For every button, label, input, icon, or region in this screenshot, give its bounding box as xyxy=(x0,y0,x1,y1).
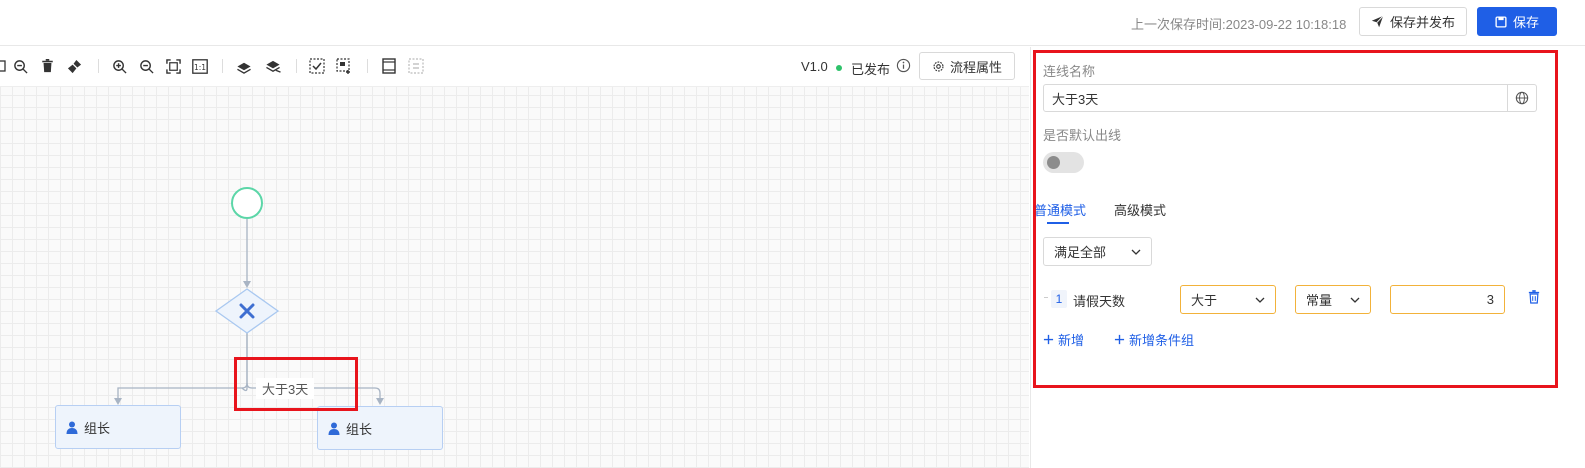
distribute-icon[interactable] xyxy=(407,57,425,75)
add-condition-button[interactable]: 新增 xyxy=(1043,330,1084,349)
process-properties-label: 流程属性 xyxy=(949,59,1002,75)
default-out-label: 是否默认出线 xyxy=(1043,128,1122,143)
value-type-value: 常量 xyxy=(1306,293,1333,308)
toolbar-divider xyxy=(296,59,297,73)
task-node-label: 组长 xyxy=(346,421,373,437)
condition-connector xyxy=(1044,297,1048,298)
publish-status: 已发布 xyxy=(851,62,891,77)
edge-label[interactable]: 大于3天 xyxy=(256,378,315,399)
save-label: 保存 xyxy=(1512,15,1539,30)
exclusive-gateway-icon[interactable] xyxy=(214,288,280,334)
task-node-team-leader[interactable]: 组长 xyxy=(317,406,443,450)
top-bar: 上一次保存时间:2023-09-22 10:18:18 保存并发布 保存 xyxy=(0,0,1585,46)
partial-icon[interactable] xyxy=(0,57,10,75)
chevron-down-icon xyxy=(1131,249,1141,255)
save-icon xyxy=(1495,15,1507,28)
plus-icon xyxy=(1043,334,1054,345)
condition-value-input[interactable]: 3 xyxy=(1390,285,1505,314)
add-condition-group-button[interactable]: 新增条件组 xyxy=(1114,330,1194,349)
select-icon[interactable] xyxy=(308,57,326,75)
gear-icon xyxy=(933,60,944,72)
operator-select[interactable]: 大于 xyxy=(1180,285,1276,314)
version-label: V1.0 xyxy=(801,59,828,74)
value-type-select[interactable]: 常量 xyxy=(1295,285,1371,314)
canvas-toolbar: 1:1 V1.0 已发布 流程属性 xyxy=(0,47,1029,87)
process-properties-button[interactable]: 流程属性 xyxy=(919,52,1015,80)
add-condition-group-label: 新增条件组 xyxy=(1129,333,1195,348)
match-mode-select[interactable]: 满足全部 xyxy=(1043,237,1152,266)
info-icon[interactable] xyxy=(896,58,912,74)
start-circle-icon[interactable] xyxy=(231,187,263,219)
add-condition-label: 新增 xyxy=(1058,333,1085,348)
save-time-value: 2023-09-22 10:18:18 xyxy=(1225,17,1347,32)
tab-advanced-mode[interactable]: 高级模式 xyxy=(1114,200,1166,219)
active-tab-indicator xyxy=(1047,222,1069,224)
clean-icon[interactable] xyxy=(65,57,83,75)
align-icon[interactable] xyxy=(380,57,398,75)
toolbar-divider xyxy=(222,59,223,73)
save-and-publish-button[interactable]: 保存并发布 xyxy=(1359,7,1467,36)
tab-normal-mode[interactable]: 普通模式 xyxy=(1034,200,1086,219)
fit-view-icon[interactable] xyxy=(164,57,182,75)
send-icon xyxy=(1371,15,1384,28)
task-node-team-leader[interactable]: 组长 xyxy=(55,405,181,449)
line-name-label: 连线名称 xyxy=(1043,64,1096,79)
svg-text:1:1: 1:1 xyxy=(194,63,206,72)
line-name-input[interactable]: 大于3天 xyxy=(1043,84,1508,112)
zoom-out-icon[interactable] xyxy=(11,57,29,75)
save-button[interactable]: 保存 xyxy=(1477,7,1557,36)
zoom-in-icon[interactable] xyxy=(110,57,128,75)
undo-icon[interactable] xyxy=(235,57,253,75)
globe-icon[interactable] xyxy=(1507,84,1537,112)
actual-size-icon[interactable]: 1:1 xyxy=(191,57,209,75)
user-icon xyxy=(328,422,340,435)
save-and-publish-label: 保存并发布 xyxy=(1389,15,1455,30)
match-mode-value: 满足全部 xyxy=(1054,245,1107,260)
condition-field[interactable]: 请假天数 xyxy=(1073,291,1125,310)
toolbar-divider xyxy=(367,59,368,73)
delete-icon[interactable] xyxy=(38,57,56,75)
user-icon xyxy=(66,421,78,434)
toolbar-divider xyxy=(98,59,99,73)
condition-index: 1 xyxy=(1051,290,1067,308)
redo-icon[interactable] xyxy=(264,57,282,75)
multi-select-icon[interactable] xyxy=(335,57,353,75)
status-dot xyxy=(836,65,842,71)
plus-icon xyxy=(1114,334,1125,345)
toggle-knob xyxy=(1047,156,1060,169)
save-time-label: 上一次保存时间: xyxy=(1131,17,1226,32)
zoom-out-icon[interactable] xyxy=(137,57,155,75)
delete-condition-icon[interactable] xyxy=(1528,290,1542,306)
chevron-down-icon xyxy=(1350,297,1360,303)
default-out-toggle[interactable] xyxy=(1043,152,1084,173)
chevron-down-icon xyxy=(1255,297,1265,303)
operator-value: 大于 xyxy=(1191,293,1218,308)
task-node-label: 组长 xyxy=(84,420,111,436)
last-save-time: 上一次保存时间:2023-09-22 10:18:18 xyxy=(1131,14,1346,33)
